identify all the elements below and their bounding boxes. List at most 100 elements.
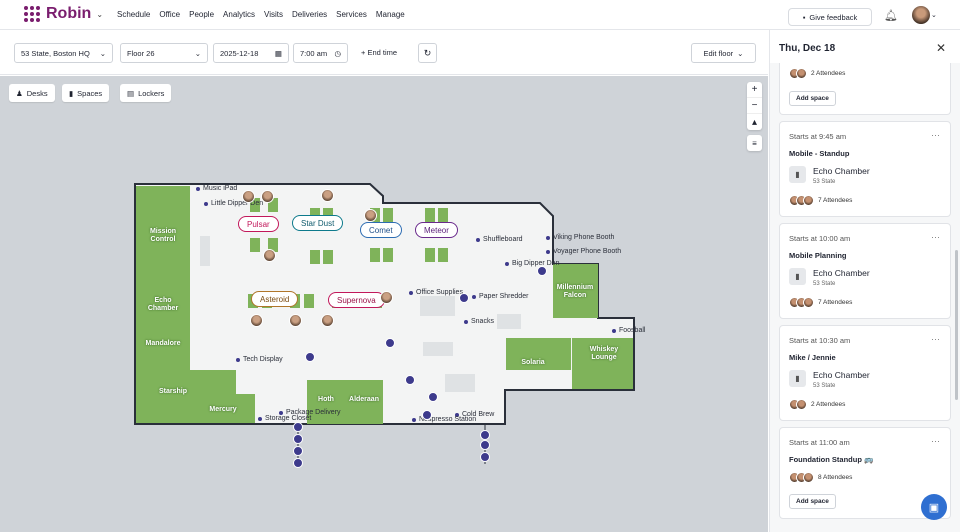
person-icon[interactable] [405,375,415,385]
point-music-ipad[interactable]: Music iPad [196,185,237,192]
point-big-dipper[interactable]: Big Dipper Den [505,260,559,267]
stairs [297,424,486,464]
nav-links: Schedule Office People Analytics Visits … [117,10,405,19]
robin-logo[interactable]: Robin ⌄ [24,5,103,23]
point-paper-shredder[interactable]: Paper Shredder [472,293,528,300]
event-room[interactable]: Echo Chamber [813,268,870,278]
event-room[interactable]: Echo Chamber [813,370,870,380]
room-label-mercury[interactable]: Mercury [200,406,246,414]
printer-icon[interactable] [459,293,469,303]
point-storage-closet[interactable]: Storage Closet [258,415,311,422]
floor-select[interactable]: Floor 26 ⌄ [120,43,208,63]
nav-visits[interactable]: Visits [264,10,283,19]
person-avatar[interactable] [364,209,377,222]
attendee-count: 8 Attendees [818,474,853,481]
chat-support-button[interactable]: ▣ [921,494,947,520]
attendee-avatars [789,472,814,483]
close-icon[interactable]: ✕ [936,41,946,55]
refresh-button[interactable]: ↻ [418,43,437,63]
point-snacks[interactable]: Snacks [464,318,494,325]
event-card[interactable]: Starts at 10:00 am ··· Mobile Planning ▮… [779,223,951,319]
end-time-button[interactable]: + End time [361,48,397,57]
room-label-solaria[interactable]: Solaria [512,359,554,367]
nav-people[interactable]: People [189,10,214,19]
person-avatar[interactable] [242,190,255,203]
date-picker[interactable]: 2025-12-18 ▦ [213,43,289,63]
point-foosball[interactable]: Foosball [612,327,645,334]
stair-icon[interactable] [293,434,303,444]
sidebar-scrollbar[interactable] [955,250,958,400]
nav-deliveries[interactable]: Deliveries [292,10,327,19]
user-avatar[interactable] [912,6,930,24]
room-label-alderaan[interactable]: Alderaan [343,396,385,404]
nav-analytics[interactable]: Analytics [223,10,255,19]
space-pill-supernova[interactable]: Supernova [328,292,385,308]
person-avatar[interactable] [250,314,263,327]
room-label-mandalore[interactable]: Mandalore [138,340,188,348]
room-label-starship[interactable]: Starship [150,388,196,396]
attendees[interactable]: 2 Attendees [789,68,845,79]
time-picker[interactable]: 7:00 am ◷ [293,43,348,63]
event-card[interactable]: Starts at 9:45 am ··· Mobile - Standup ▮… [779,121,951,217]
stair-icon[interactable] [480,430,490,440]
more-options-icon[interactable]: ··· [931,232,940,242]
point-voyager-booth[interactable]: Voyager Phone Booth [546,248,621,255]
stair-icon[interactable] [480,440,490,450]
person-avatar[interactable] [261,190,274,203]
space-pill-meteor[interactable]: Meteor [415,222,458,238]
lock-icon[interactable] [385,338,395,348]
more-options-icon[interactable]: ··· [931,334,940,344]
point-little-dipper[interactable]: Little Dipper Den [204,200,263,207]
more-options-icon[interactable]: ··· [931,130,940,140]
add-space-button[interactable]: Add space [789,91,836,106]
person-avatar[interactable] [289,314,302,327]
space-pill-pulsar[interactable]: Pulsar [238,216,279,232]
chevron-down-icon[interactable]: ⌄ [96,10,103,19]
room-label-echo-chamber[interactable]: Echo Chamber [140,297,186,313]
person-avatar[interactable] [321,314,334,327]
attendees[interactable]: 8 Attendees [789,472,852,483]
point-office-supplies[interactable]: Office Supplies [409,289,463,296]
point-shuffleboard[interactable]: Shuffleboard [476,236,523,243]
stair-icon[interactable] [293,446,303,456]
event-card[interactable]: Starts at 10:30 am ··· Mike / Jennie ▮ E… [779,325,951,421]
restaurant-icon[interactable] [422,410,432,420]
location-select[interactable]: 53 State, Boston HQ ⌄ [14,43,113,63]
attendees[interactable]: 2 Attendees [789,399,845,410]
floor-map[interactable]: ♟ Desks ▮ Spaces ▤ Lockers + − ▴ ≡ Missi… [0,76,768,532]
space-pill-comet[interactable]: Comet [360,222,402,238]
bell-icon[interactable]: 🔔︎ [884,9,898,22]
stair-icon[interactable] [293,422,303,432]
nav-services[interactable]: Services [336,10,367,19]
point-paper-shredder-label: Paper Shredder [479,293,529,300]
give-feedback-button[interactable]: ▪ Give feedback [788,8,872,26]
person-avatar[interactable] [380,291,393,304]
space-pill-asteroid[interactable]: Asteroid [251,291,299,307]
person-avatar[interactable] [321,189,334,202]
point-tech-display[interactable]: Tech Display [236,356,283,363]
attendees[interactable]: 7 Attendees [789,297,852,308]
edit-floor-button[interactable]: Edit floor ⌄ [691,43,756,63]
stair-icon[interactable] [480,452,490,462]
event-room[interactable]: Echo Chamber [813,166,870,176]
person-avatar[interactable] [263,249,276,262]
chevron-down-icon[interactable]: ⌄ [931,11,937,19]
nav-schedule[interactable]: Schedule [117,10,150,19]
more-options-icon[interactable]: ··· [931,436,940,446]
event-card[interactable]: 2 Attendees Add space [779,63,951,115]
monitor-icon[interactable] [305,352,315,362]
nav-office[interactable]: Office [159,10,180,19]
room-label-mission-control[interactable]: Mission Control [140,228,186,244]
attendees[interactable]: 7 Attendees [789,195,852,206]
nav-manage[interactable]: Manage [376,10,405,19]
door-icon[interactable] [537,266,547,276]
room-label-hoth[interactable]: Hoth [309,396,343,404]
point-viking-booth[interactable]: Viking Phone Booth [546,234,614,241]
room-label-millennium-falcon[interactable]: Millennium Falcon [548,284,602,300]
stair-icon[interactable] [293,458,303,468]
space-pill-star-dust[interactable]: Star Dust [292,215,344,231]
add-space-button[interactable]: Add space [789,494,836,509]
restaurant-icon[interactable] [428,392,438,402]
point-marker-icon [505,261,509,266]
room-label-whiskey-lounge[interactable]: Whiskey Lounge [582,346,626,362]
